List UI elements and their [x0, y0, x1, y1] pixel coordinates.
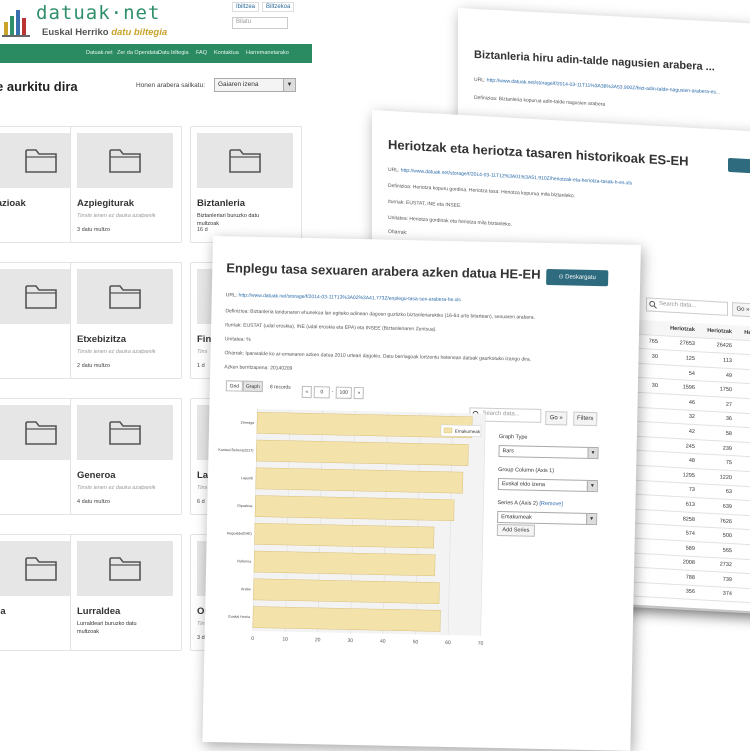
- y-tick-label: Zereaga: [241, 421, 254, 425]
- data-table: Heriotzak Heriotzak Heriotzak 765 27653 2642…: [626, 319, 750, 605]
- category-count: 6 d: [197, 499, 205, 505]
- notes-text: Oharrak:: [388, 228, 408, 236]
- category-description: Tins: [197, 485, 208, 491]
- portal-header: datuak·net Euskal Herriko datu biltegia …: [0, 0, 312, 44]
- table-cell: 374: [697, 585, 735, 603]
- x-tick-label: 20: [315, 637, 321, 643]
- bar: [253, 550, 436, 577]
- bar: [256, 412, 473, 439]
- category-title[interactable]: Biztanleria: [197, 198, 245, 209]
- sources-text: Iturriak: EUSTAT, INE eta INSEE.: [388, 198, 462, 210]
- chevron-down-icon: ▼: [283, 79, 295, 91]
- category-card[interactable]: Generoa Tinste ienen ez dauka azalpenik 4 …: [70, 398, 182, 515]
- legend-label: Emakumeak: [455, 429, 481, 435]
- category-title[interactable]: razioak: [0, 198, 26, 209]
- definition-text: Definizioa: Biztanleria kopurua adin-tal…: [474, 94, 606, 108]
- definition-text: Definizioa: Heriotza kopuru gordina. Her…: [388, 182, 576, 200]
- sort-select-value: Gaiaren izena: [218, 81, 259, 88]
- bar: [255, 467, 464, 494]
- go-button[interactable]: Go »: [732, 302, 750, 318]
- window-title: Biztanleria hiru adin-talde nagusien ara…: [474, 48, 715, 74]
- y-tick-label: Gipuzkoa: [237, 504, 252, 508]
- search-icon: [649, 300, 657, 309]
- search-input[interactable]: Bilatu: [232, 17, 288, 29]
- category-card[interactable]: Biztanleria Biztanleriari buruzko datu mul…: [190, 126, 302, 243]
- category-title[interactable]: Etxebizitza: [77, 334, 126, 345]
- category-card[interactable]: Etxebizitza Tinste ienen ez dauka azalpen…: [70, 262, 182, 379]
- bar: [253, 578, 440, 604]
- category-count: 1 d: [197, 363, 205, 369]
- category-description: Tinste ienen ez dauka azalpenik: [77, 349, 156, 355]
- nav-item-faq[interactable]: FAQ: [196, 50, 207, 56]
- sort-select[interactable]: Gaiaren izena ▼: [214, 78, 296, 92]
- dataset-window-enplegu: Enplegu tasa sexuaren arabera azken datu…: [202, 236, 641, 751]
- bar: [254, 523, 435, 549]
- category-description: Tinste ienen ez dauka azalpenik: [77, 485, 156, 491]
- url-line: URL: http://www.datuak.net/storage/f/201…: [388, 166, 632, 187]
- nav-item-biltegia[interactable]: Datu biltegia: [158, 50, 189, 56]
- x-tick-label: 70: [478, 641, 484, 647]
- sort-label: Honen arabera sailkatu:: [136, 82, 206, 89]
- category-card[interactable]: Lurraldea Lurraldeari buruzko datu multzoa…: [70, 534, 182, 651]
- nav-item-datuak[interactable]: Datuak.net: [86, 50, 113, 56]
- y-tick-label: Araba: [241, 587, 251, 591]
- units-text: Unitatea: Heriotza gordinak eta heriotza…: [388, 214, 512, 228]
- category-count: 3 datu multzo: [77, 227, 111, 233]
- url-link[interactable]: http://www.datuak.net/storage/f/2014-03-…: [401, 168, 632, 187]
- legend-swatch: [443, 427, 453, 434]
- category-description: Tins: [197, 349, 208, 355]
- url-link[interactable]: http://www.datuak.net/storage/f/2014-03-…: [487, 78, 720, 96]
- logo-text[interactable]: datuak·net: [36, 2, 160, 24]
- logo-tagline: Euskal Herriko datu biltegia: [42, 27, 168, 38]
- category-description: Lurraldeari buruzko datu multzoak: [77, 621, 137, 635]
- category-count: 3 d: [197, 635, 205, 641]
- category-thumbnail: [77, 133, 173, 188]
- results-title: e aurkitu dira: [0, 79, 78, 94]
- bar: [256, 439, 469, 466]
- y-tick-label: Lapurdi: [241, 476, 253, 480]
- x-tick-label: 60: [445, 640, 451, 646]
- table-cell: [734, 587, 750, 605]
- y-tick-label: Nafarroa: [237, 559, 251, 563]
- nav-item-opendata[interactable]: Zer da Opendata: [117, 50, 159, 56]
- category-title[interactable]: Azpiegiturak: [77, 198, 134, 209]
- nav-item-harremanak[interactable]: Harremanetarako: [246, 50, 289, 56]
- x-tick-label: 40: [380, 639, 386, 645]
- x-tick-label: 10: [282, 637, 288, 643]
- table-body: 7652765326426230125113544930159617501462…: [626, 333, 750, 605]
- download-button[interactable]: [728, 157, 750, 176]
- category-count: 4 datu multzo: [77, 499, 111, 505]
- url-line: URL: http://www.datuak.net/storage/f/201…: [474, 76, 721, 96]
- window-title: Heriotzak eta heriotza tasaren historiko…: [388, 136, 689, 169]
- category-title[interactable]: zia: [0, 606, 6, 617]
- y-tick-label: Hegoalde(EAE): [227, 531, 252, 536]
- table-cell: 356: [660, 583, 698, 601]
- category-description: Biztanleriari buruzko datu multzoak: [197, 213, 260, 227]
- main-nav: Datuak.net Zer da Opendata Datu biltegia…: [0, 44, 312, 63]
- x-tick-label: 0: [251, 636, 254, 642]
- lang-link-1[interactable]: Ibiltzea: [232, 2, 260, 12]
- category-title[interactable]: Fin: [197, 334, 211, 345]
- y-tick-label: Kantaui Behera(2017): [218, 448, 253, 453]
- category-thumbnail: [77, 541, 173, 596]
- category-count: 16 d: [197, 227, 208, 233]
- category-thumbnail: [77, 405, 173, 460]
- category-thumbnail: [197, 133, 293, 188]
- datuak-logo-icon: [2, 10, 30, 37]
- y-tick-label: Euskal Herria: [228, 615, 250, 619]
- x-tick-label: 30: [347, 638, 353, 644]
- bar: [252, 606, 441, 632]
- x-tick-label: 50: [413, 639, 419, 645]
- category-title[interactable]: Generoa: [77, 470, 116, 481]
- category-count: 2 datu multzo: [77, 363, 111, 369]
- category-title[interactable]: Lurraldea: [77, 606, 120, 617]
- nav-item-kontaktua[interactable]: Kontaktua: [214, 50, 239, 56]
- table-search-input[interactable]: Search data...: [646, 297, 728, 316]
- category-thumbnail: [77, 269, 173, 324]
- bar: [254, 495, 455, 522]
- category-description: Tinste ienen ez dauka azalpenik: [77, 213, 156, 219]
- lang-link-2[interactable]: Biltzekoa: [262, 2, 295, 12]
- bar-chart: 0 10 20 30 40 50 60 70 Zereaga Kantaui Behera(201…: [218, 408, 486, 647]
- category-card[interactable]: Azpiegiturak Tinste ienen ez dauka azalpe…: [70, 126, 182, 243]
